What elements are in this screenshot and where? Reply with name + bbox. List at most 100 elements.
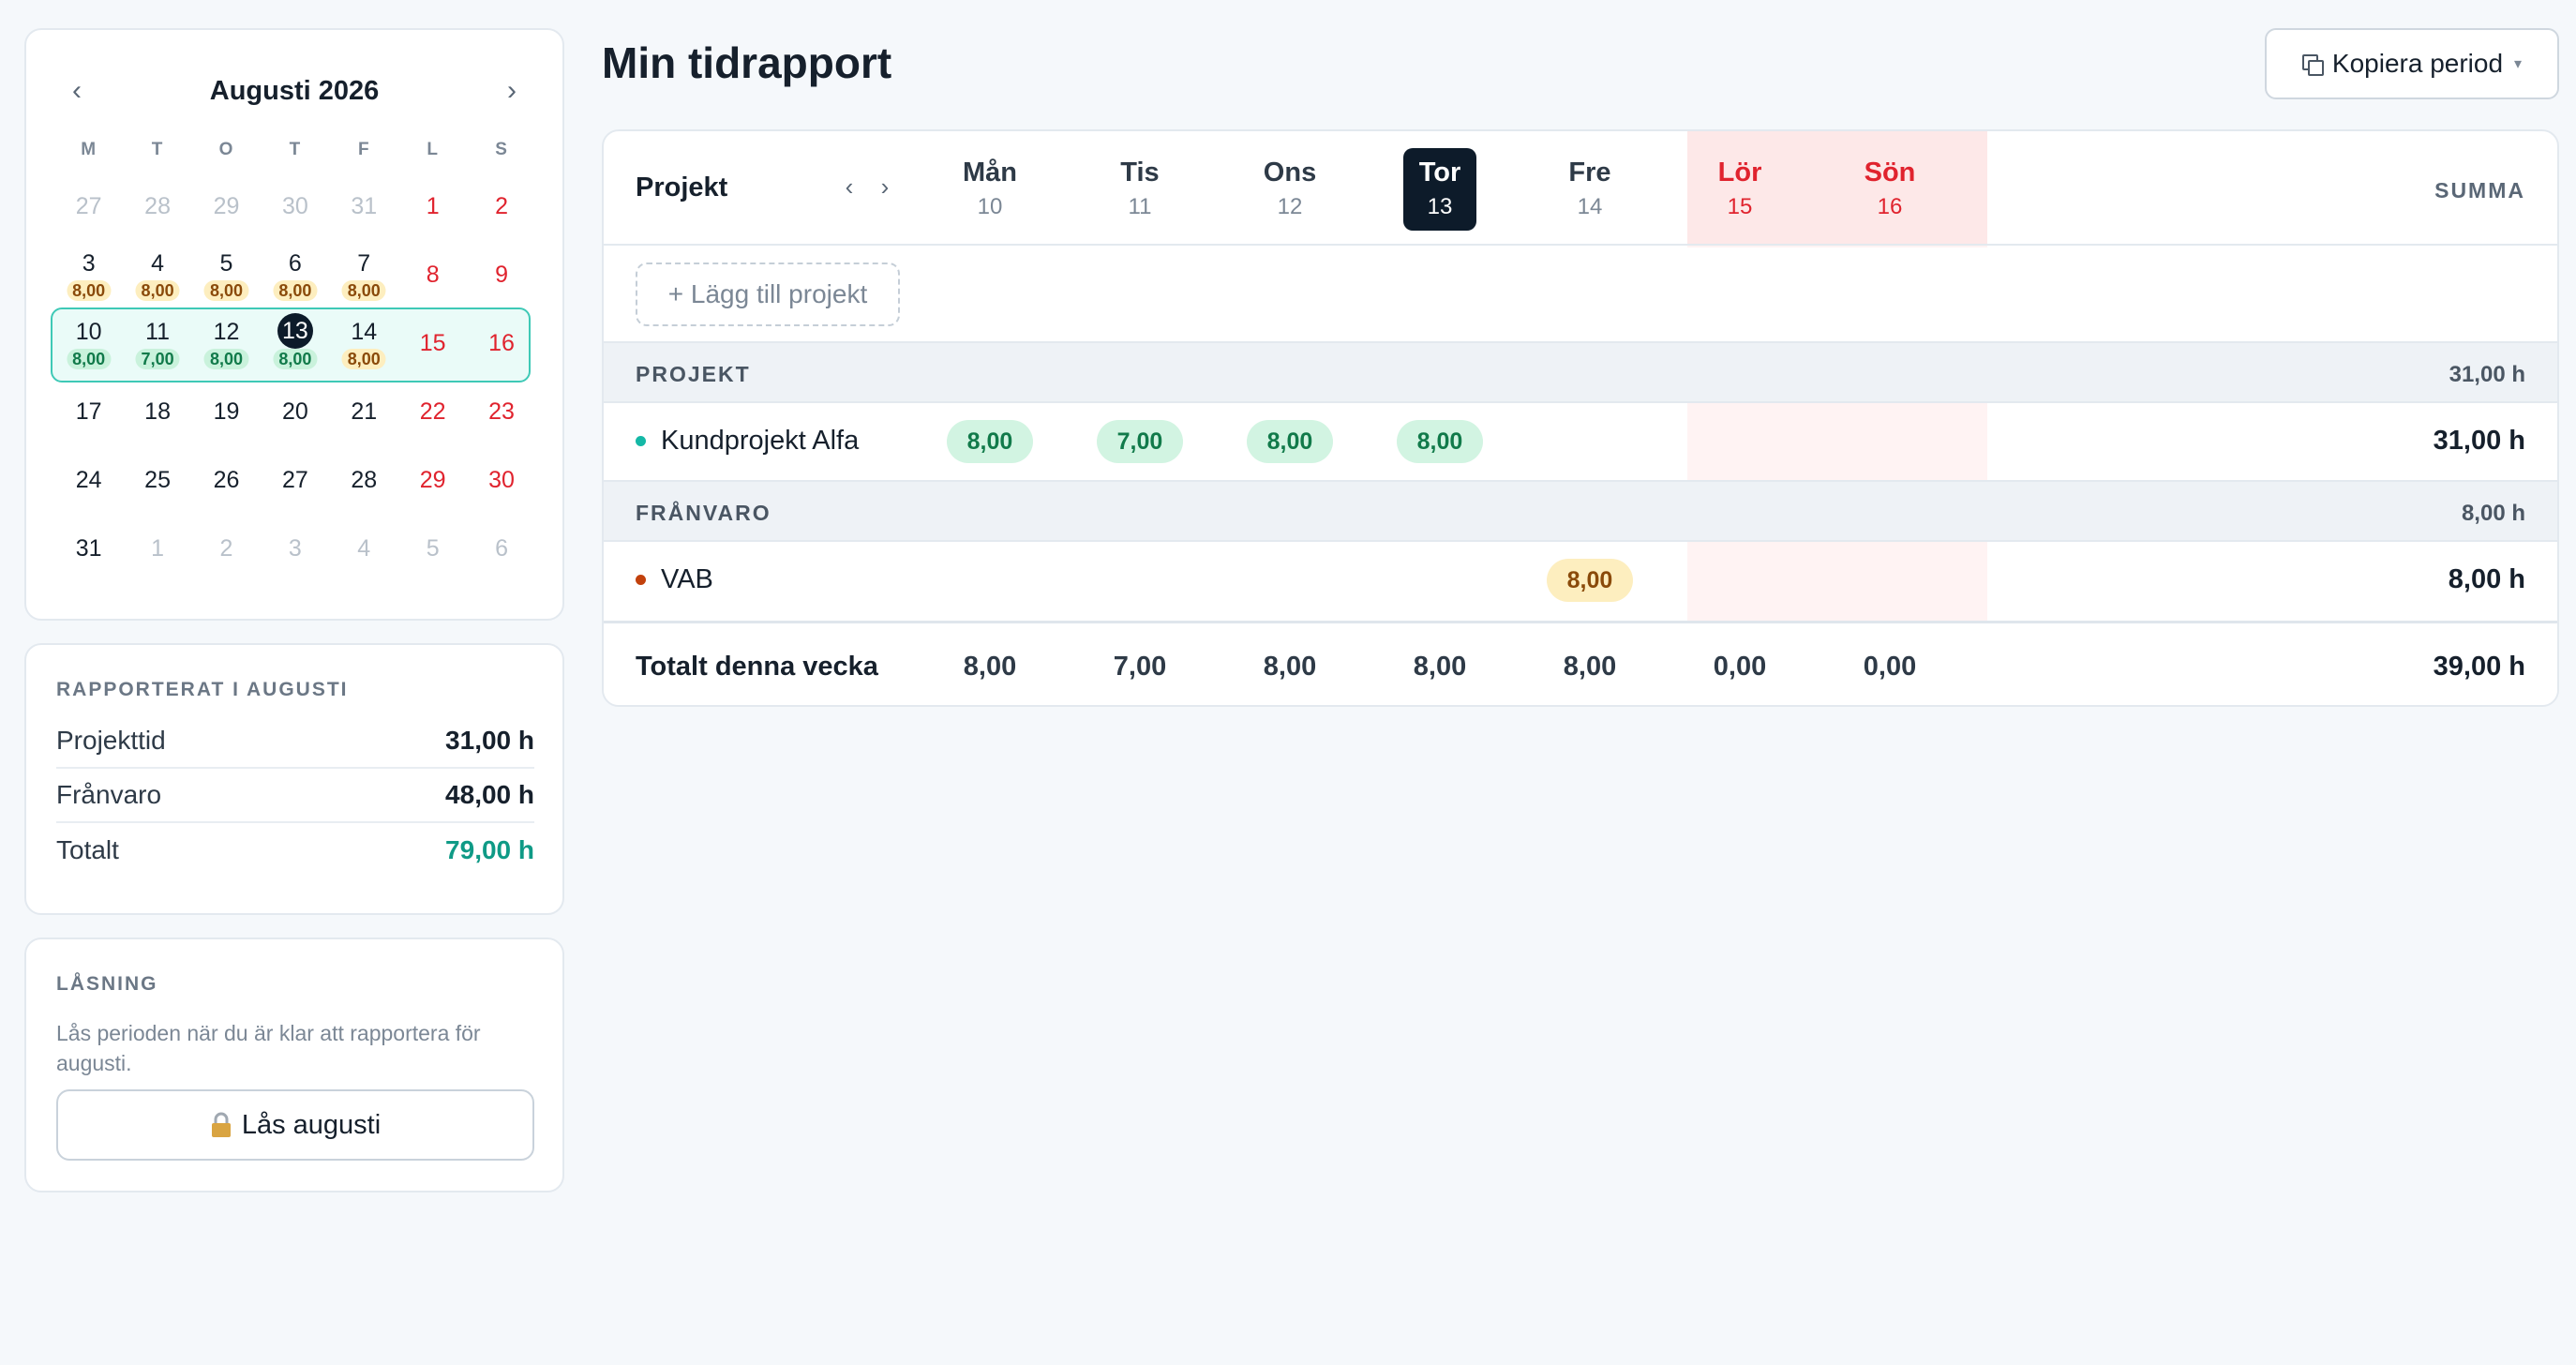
calendar-day-number: 25: [144, 467, 171, 493]
calendar-day[interactable]: 22: [398, 372, 467, 441]
calendar-day[interactable]: 10 8,00: [54, 304, 123, 372]
week-total-sum: 39,00 h: [2433, 652, 2525, 682]
calendar-day[interactable]: 17: [54, 372, 123, 441]
hours-pill[interactable]: 8,00: [1546, 559, 1634, 602]
calendar-day[interactable]: 3 8,00: [54, 235, 123, 304]
prev-month-icon[interactable]: ‹: [58, 72, 96, 110]
sum-column-header: SUMMA: [2434, 178, 2525, 202]
calendar-day[interactable]: 29: [398, 441, 467, 509]
day-number: 15: [1727, 194, 1753, 219]
hours-pill[interactable]: 7,00: [1096, 420, 1184, 463]
hours-cell[interactable]: [1665, 559, 1815, 602]
weekday-label: M: [81, 140, 97, 159]
calendar-day[interactable]: 12 8,00: [192, 304, 261, 372]
calendar-day-number: 4: [151, 250, 165, 277]
calendar-day[interactable]: 30: [261, 167, 329, 235]
day-number: 13: [1427, 194, 1453, 219]
hours-cell[interactable]: 8,00: [1365, 420, 1515, 463]
hours-cell[interactable]: [915, 559, 1065, 602]
group-row: PROJEKT 31,00 h: [604, 341, 2557, 403]
calendar-week: 27 28 29 30 31 1 2: [54, 167, 536, 235]
calendar-day[interactable]: 28: [123, 167, 191, 235]
calendar-day[interactable]: 6: [467, 509, 535, 578]
calendar-day-number: 30: [488, 467, 515, 493]
calendar-day[interactable]: 7 8,00: [330, 235, 398, 304]
next-month-icon[interactable]: ›: [493, 72, 531, 110]
calendar-day[interactable]: 19: [192, 372, 261, 441]
calendar-day[interactable]: 8: [398, 235, 467, 304]
calendar-day[interactable]: 13 8,00: [261, 304, 329, 372]
calendar-day-number: 14: [351, 319, 378, 345]
calendar-day[interactable]: 4 8,00: [123, 235, 191, 304]
weekday-label: L: [427, 140, 439, 159]
calendar-day-hours: 8,00: [203, 280, 248, 301]
calendar-day[interactable]: 14 8,00: [330, 304, 398, 372]
calendar-week: 10 8,00 11 7,00 12 8,00 13 8,00 14 8,00 15 16: [51, 304, 536, 382]
day-number: 10: [977, 194, 1003, 219]
hours-pill[interactable]: 8,00: [946, 420, 1034, 463]
calendar-day-number: 20: [281, 398, 308, 425]
calendar-day[interactable]: 2: [467, 167, 535, 235]
calendar-day[interactable]: 21: [330, 372, 398, 441]
calendar-day[interactable]: 3: [261, 509, 329, 578]
calendar-week: 3 8,00 4 8,00 5 8,00 6 8,00 7 8,00 8 9: [54, 235, 536, 304]
calendar-day-number: 27: [281, 467, 308, 493]
calendar-day-number: 19: [213, 398, 240, 425]
calendar-day[interactable]: 5 8,00: [192, 235, 261, 304]
calendar-day-number: 28: [351, 467, 378, 493]
next-week-icon[interactable]: ›: [876, 172, 894, 202]
hours-cell[interactable]: [1515, 420, 1665, 463]
calendar-day[interactable]: 31: [54, 509, 123, 578]
hours-cell[interactable]: 8,00: [1215, 420, 1365, 463]
calendar-day[interactable]: 4: [330, 509, 398, 578]
copy-period-label: Kopiera period: [2331, 49, 2504, 78]
day-total: 8,00: [1563, 652, 1617, 682]
calendar-day[interactable]: 1: [398, 167, 467, 235]
calendar-day[interactable]: 1: [123, 509, 191, 578]
calendar-day[interactable]: 9: [467, 235, 535, 304]
calendar-day[interactable]: 24: [54, 441, 123, 509]
calendar-day[interactable]: 25: [123, 441, 191, 509]
calendar-day[interactable]: 27: [54, 167, 123, 235]
calendar-day[interactable]: 18: [123, 372, 191, 441]
calendar-day[interactable]: 26: [192, 441, 261, 509]
calendar-grid: MTOTFLS 27 28 29 30 31 1 2 3 8,00 4 8,00 5 8,00 6 8,00…: [51, 133, 536, 578]
calendar-day[interactable]: 16: [467, 304, 535, 372]
day-number: 12: [1277, 194, 1303, 219]
add-project-row: + Lägg till projekt: [604, 248, 2557, 341]
hours-cell[interactable]: 8,00: [915, 420, 1065, 463]
hours-cell[interactable]: [1065, 559, 1215, 602]
weekday-label: O: [218, 140, 234, 159]
calendar-day[interactable]: 15: [398, 304, 467, 372]
calendar-day[interactable]: 5: [398, 509, 467, 578]
add-project-button[interactable]: + Lägg till projekt: [636, 262, 900, 326]
hours-cell[interactable]: 7,00: [1065, 420, 1215, 463]
calendar-day[interactable]: 31: [330, 167, 398, 235]
calendar-day[interactable]: 29: [192, 167, 261, 235]
hours-cell[interactable]: [1215, 559, 1365, 602]
hours-cell[interactable]: [1365, 559, 1515, 602]
reported-label: Frånvaro: [56, 780, 162, 809]
calendar-day[interactable]: 27: [261, 441, 329, 509]
hours-pill[interactable]: 8,00: [1396, 420, 1484, 463]
calendar-day[interactable]: 23: [467, 372, 535, 441]
day-name: Sön: [1864, 158, 1916, 188]
hours-cell[interactable]: [1665, 420, 1815, 463]
calendar-day[interactable]: 2: [192, 509, 261, 578]
calendar-day[interactable]: 30: [467, 441, 535, 509]
hours-cell[interactable]: [1815, 420, 1965, 463]
calendar-day[interactable]: 20: [261, 372, 329, 441]
calendar-day-hours: 8,00: [273, 349, 318, 369]
hours-cell[interactable]: [1815, 559, 1965, 602]
prev-week-icon[interactable]: ‹: [840, 172, 859, 202]
calendar-day[interactable]: 11 7,00: [123, 304, 191, 372]
calendar-day[interactable]: 28: [330, 441, 398, 509]
hours-cell[interactable]: 8,00: [1515, 559, 1665, 602]
hours-pill[interactable]: 8,00: [1246, 420, 1334, 463]
lock-period-button[interactable]: Lås augusti: [56, 1089, 534, 1161]
day-column-header: Ons 12: [1215, 148, 1365, 232]
calendar-day-number: 3: [82, 250, 96, 277]
copy-period-button[interactable]: Kopiera period ▾: [2265, 28, 2559, 99]
reported-title: RAPPORTERAT I AUGUSTI: [56, 679, 349, 700]
calendar-day[interactable]: 6 8,00: [261, 235, 329, 304]
